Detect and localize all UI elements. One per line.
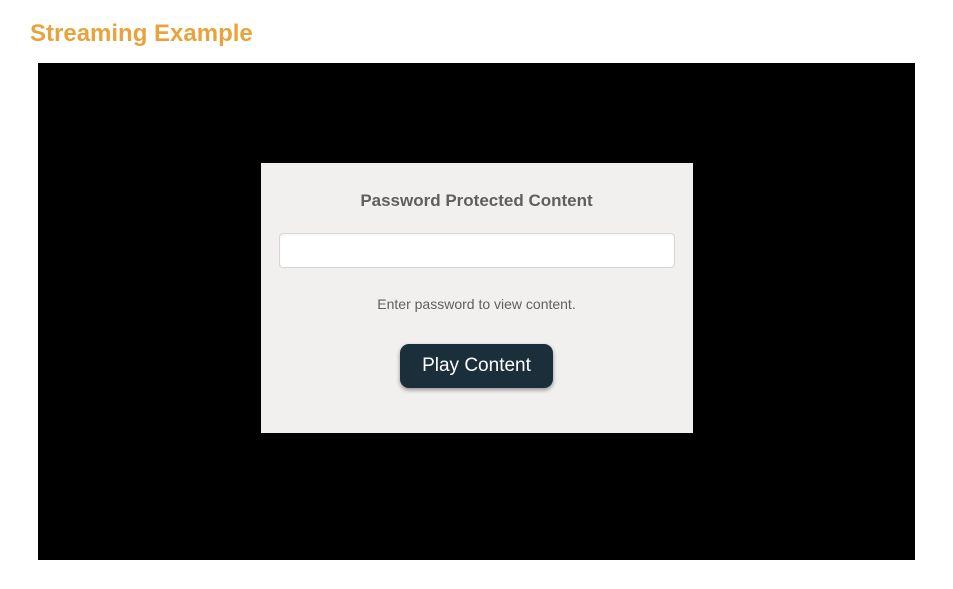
page-title: Streaming Example <box>0 0 953 63</box>
password-input[interactable] <box>279 233 675 268</box>
password-panel: Password Protected Content Enter passwor… <box>261 163 693 433</box>
panel-heading: Password Protected Content <box>360 191 592 211</box>
hint-text: Enter password to view content. <box>377 296 575 312</box>
video-player-area: Password Protected Content Enter passwor… <box>38 63 915 560</box>
play-content-button[interactable]: Play Content <box>400 344 553 388</box>
